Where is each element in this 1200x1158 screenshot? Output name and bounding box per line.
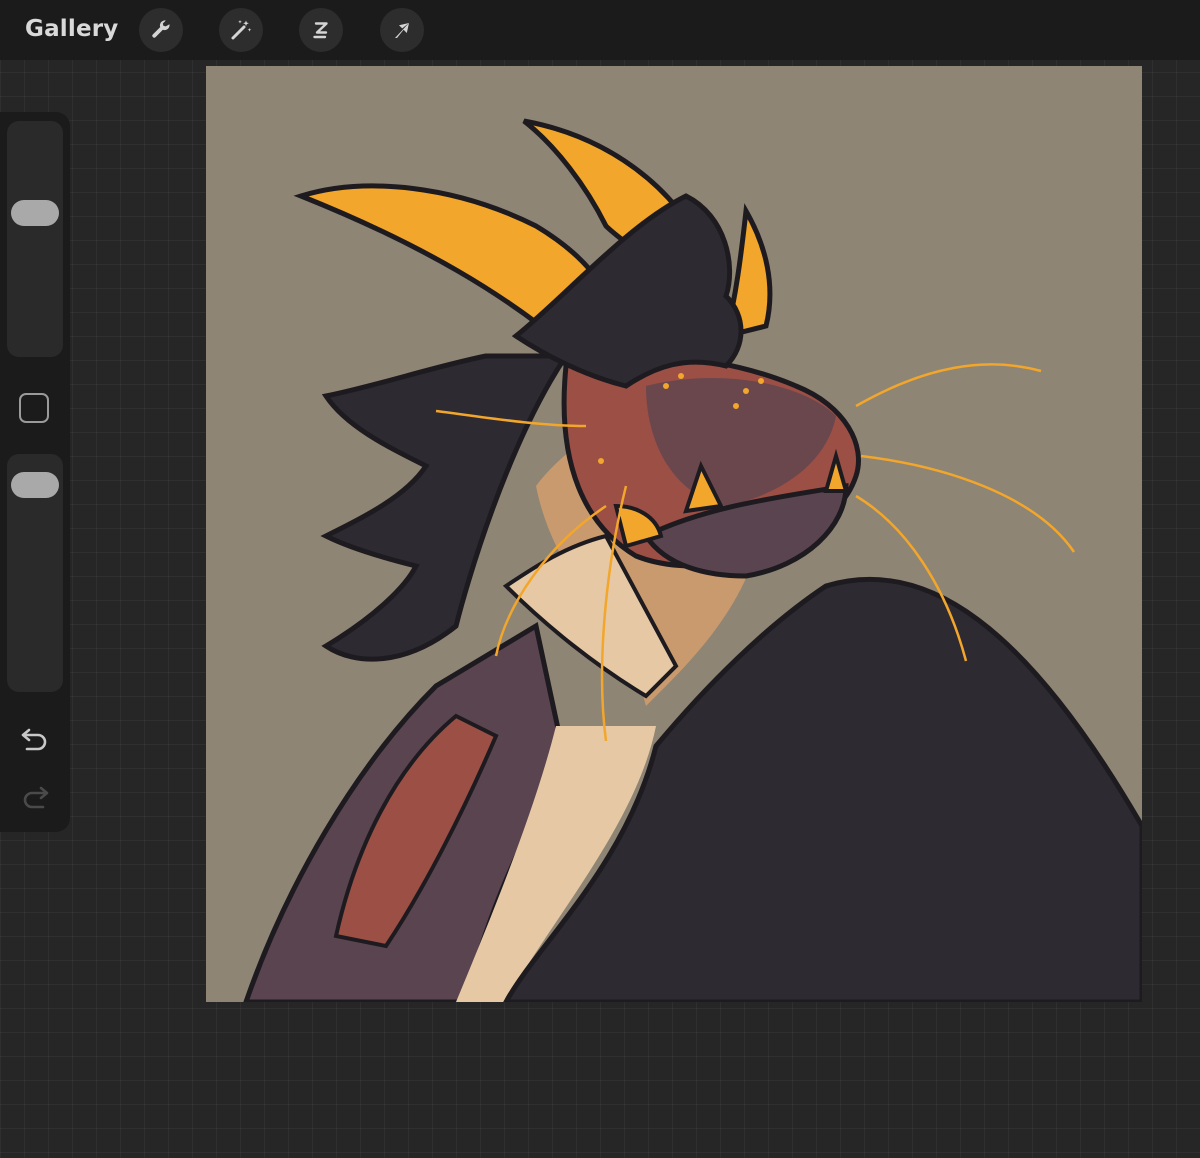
adjustments-button[interactable] xyxy=(219,8,263,52)
mane-back xyxy=(320,353,571,662)
top-toolbar: Gallery xyxy=(0,0,1200,60)
redo-icon xyxy=(23,786,49,809)
undo-icon xyxy=(21,728,47,751)
artwork xyxy=(243,118,1142,1002)
undo-button[interactable] xyxy=(18,721,52,755)
actions-button[interactable] xyxy=(139,8,183,52)
left-sidebar xyxy=(0,112,70,832)
redo-button[interactable] xyxy=(18,779,52,813)
selection-button[interactable] xyxy=(299,8,343,52)
transform-button[interactable] xyxy=(380,8,424,52)
selection-s-icon xyxy=(313,22,328,39)
gallery-button[interactable]: Gallery xyxy=(25,16,119,42)
modify-button[interactable] xyxy=(19,393,49,423)
brush-size-handle[interactable] xyxy=(11,199,59,226)
wrench-icon xyxy=(152,20,170,38)
opacity-handle[interactable] xyxy=(11,472,59,499)
brush-size-slider[interactable] xyxy=(7,121,63,357)
drawing-canvas[interactable] xyxy=(206,66,1142,1002)
opacity-slider[interactable] xyxy=(7,454,63,692)
magic-wand-icon xyxy=(231,20,252,40)
arrow-cursor-icon xyxy=(395,23,409,38)
